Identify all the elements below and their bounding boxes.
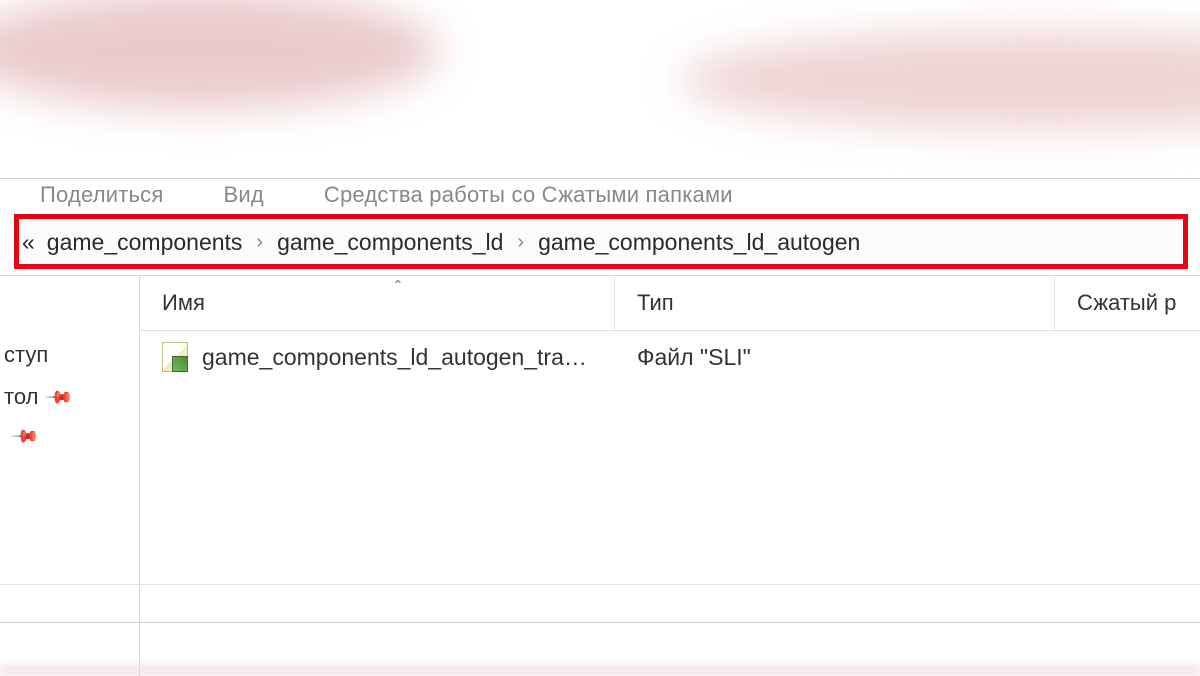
bottom-fade bbox=[0, 665, 1200, 675]
divider bbox=[0, 584, 1200, 585]
blur-a bbox=[0, 0, 440, 110]
ribbon-tools[interactable]: Средства работы со Сжатыми папками bbox=[324, 182, 733, 208]
blur-b bbox=[680, 30, 1200, 130]
sidebar-item-0[interactable]: ступ bbox=[0, 334, 139, 376]
sidebar-item-2[interactable]: 📌 bbox=[0, 418, 139, 455]
chevron-right-icon: › bbox=[254, 231, 265, 254]
file-icon bbox=[162, 342, 188, 372]
ribbon-view[interactable]: Вид bbox=[223, 182, 263, 208]
pin-icon: 📌 bbox=[44, 382, 75, 413]
sidebar-item-label: ступ bbox=[4, 342, 48, 368]
breadcrumb-seg-1[interactable]: game_components_ld bbox=[277, 229, 503, 256]
column-header-name[interactable]: Имя bbox=[140, 276, 615, 330]
breadcrumb-overflow[interactable]: « bbox=[22, 229, 35, 256]
breadcrumb[interactable]: « game_components › game_components_ld ›… bbox=[22, 210, 860, 275]
breadcrumb-seg-0[interactable]: game_components bbox=[47, 229, 243, 256]
column-header-type[interactable]: Тип bbox=[615, 276, 1055, 330]
column-header-compressed[interactable]: Сжатый р bbox=[1055, 276, 1200, 330]
sidebar-item-label: тол bbox=[4, 384, 38, 410]
ribbon-share[interactable]: Поделиться bbox=[40, 182, 163, 208]
address-bar-region: « game_components › game_components_ld ›… bbox=[0, 210, 1200, 276]
file-name-text: game_components_ld_autogen_tra… bbox=[202, 344, 587, 371]
chevron-right-icon: › bbox=[515, 231, 526, 254]
explorer-main: ступ тол 📌 📌 Имя Тип Сжатый р game_compo… bbox=[0, 276, 1200, 676]
top-banner bbox=[0, 0, 1200, 178]
file-row[interactable]: game_components_ld_autogen_tra… Файл "SL… bbox=[140, 331, 1200, 383]
column-headers: Имя Тип Сжатый р bbox=[140, 276, 1200, 331]
sidebar: ступ тол 📌 📌 bbox=[0, 276, 140, 676]
pin-icon: 📌 bbox=[10, 421, 41, 452]
file-name-cell: game_components_ld_autogen_tra… bbox=[140, 342, 615, 372]
divider bbox=[0, 622, 1200, 623]
file-type-cell: Файл "SLI" bbox=[615, 344, 1055, 371]
ribbon-tabs: Поделиться Вид Средства работы со Сжатым… bbox=[0, 178, 1200, 210]
breadcrumb-seg-2[interactable]: game_components_ld_autogen bbox=[538, 229, 860, 256]
file-list: Имя Тип Сжатый р game_components_ld_auto… bbox=[140, 276, 1200, 676]
sidebar-item-1[interactable]: тол 📌 bbox=[0, 376, 139, 418]
